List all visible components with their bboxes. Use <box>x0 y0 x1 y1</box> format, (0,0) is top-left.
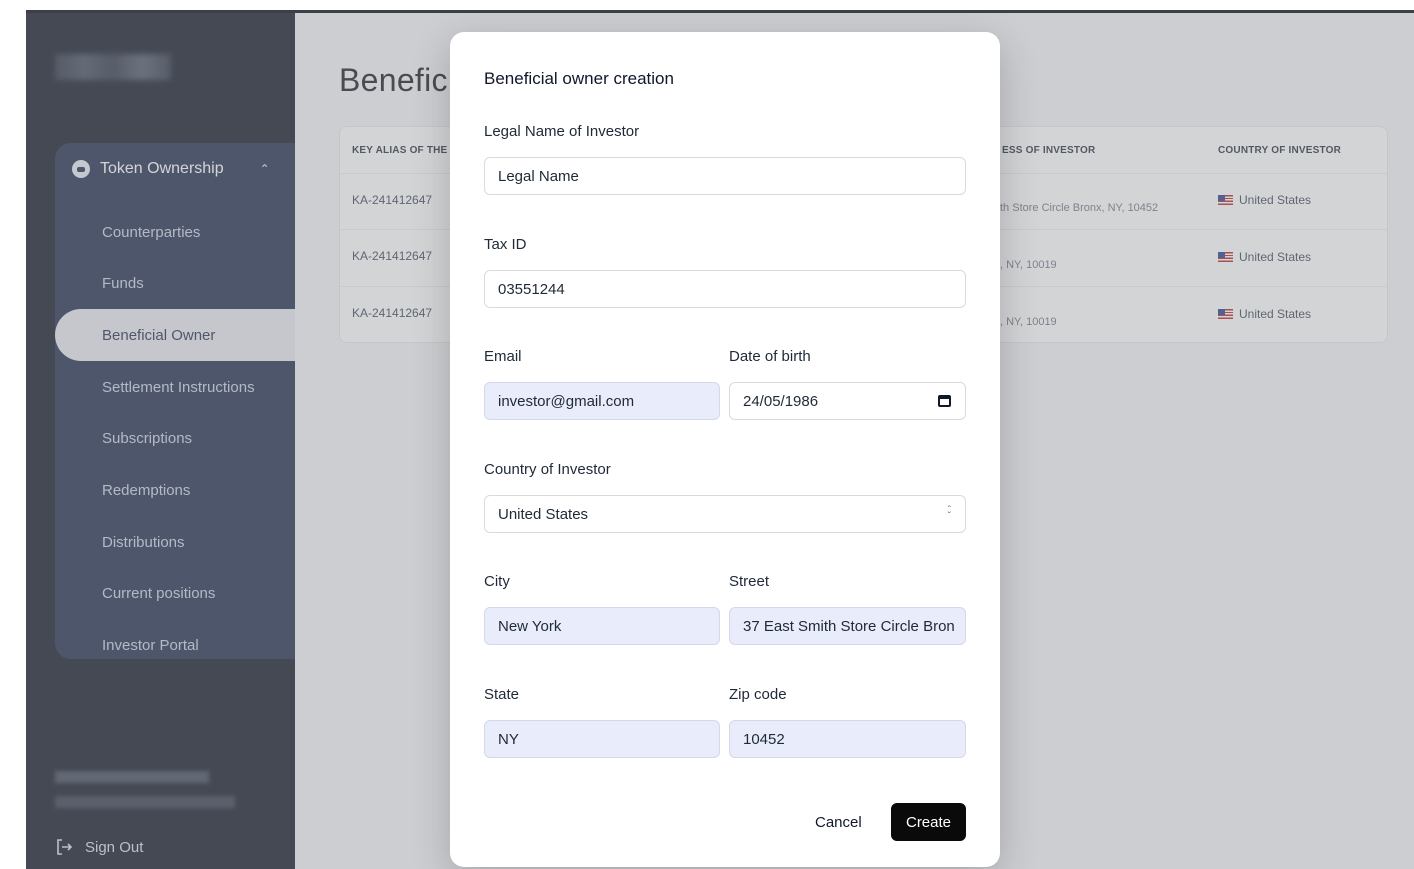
email-input[interactable]: investor@gmail.com <box>484 382 720 420</box>
street-input[interactable]: 37 East Smith Store Circle Bron <box>729 607 966 645</box>
cancel-button[interactable]: Cancel <box>805 804 872 840</box>
dob-value: 24/05/1986 <box>743 392 819 410</box>
city-label: City <box>484 573 510 590</box>
tax-id-input[interactable]: 03551244 <box>484 270 966 308</box>
create-button[interactable]: Create <box>891 803 966 841</box>
zip-input[interactable]: 10452 <box>729 720 966 758</box>
calendar-icon[interactable] <box>938 395 951 407</box>
state-label: State <box>484 686 520 703</box>
legal-name-label: Legal Name of Investor <box>484 123 640 140</box>
country-select[interactable]: United States ˆˇ <box>484 495 966 533</box>
app-window: Token Ownership ⌃ Counterparties Funds B… <box>26 10 1414 869</box>
city-input[interactable]: New York <box>484 607 720 645</box>
country-label: Country of Investor <box>484 461 611 478</box>
select-arrows-icon: ˆˇ <box>947 505 951 522</box>
dob-label: Date of birth <box>729 348 811 365</box>
dialog-title: Beneficial owner creation <box>484 69 674 88</box>
state-input[interactable]: NY <box>484 720 720 758</box>
dob-input[interactable]: 24/05/1986 <box>729 382 966 420</box>
tax-id-label: Tax ID <box>484 236 527 253</box>
beneficial-owner-creation-dialog: Beneficial owner creation Legal Name of … <box>450 32 1000 867</box>
country-value: United States <box>498 505 589 523</box>
email-label: Email <box>484 348 522 365</box>
street-label: Street <box>729 573 770 590</box>
legal-name-input[interactable]: Legal Name <box>484 157 966 195</box>
zip-label: Zip code <box>729 686 787 703</box>
